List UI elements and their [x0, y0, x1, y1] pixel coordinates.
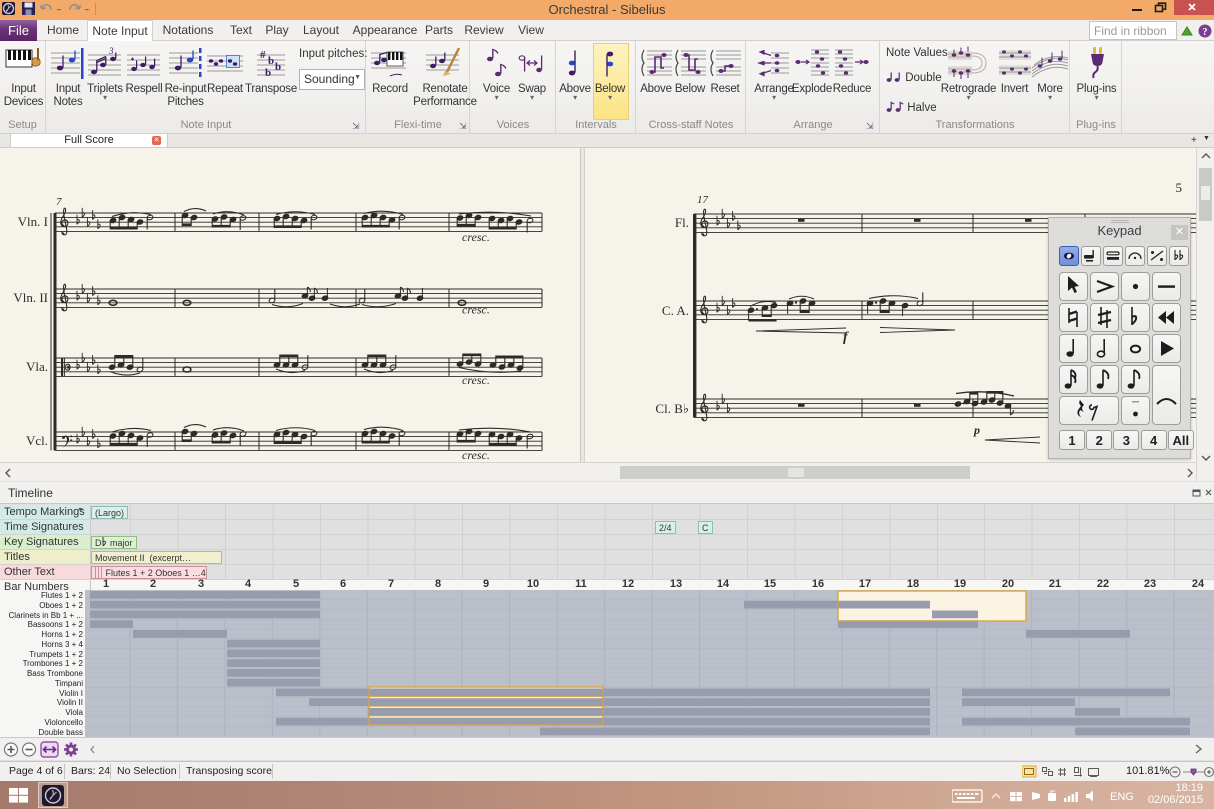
svg-text:cresc.: cresc. — [462, 448, 490, 462]
svg-text:17: 17 — [697, 194, 709, 206]
svg-text:b: b — [268, 55, 274, 67]
svg-text:cresc.: cresc. — [462, 303, 490, 317]
svg-text:?: ? — [1203, 27, 1208, 38]
svg-text:Cl. B♭: Cl. B♭ — [655, 401, 689, 416]
svg-text:7: 7 — [56, 196, 62, 208]
svg-text:b: b — [275, 61, 281, 73]
svg-text:Vcl.: Vcl. — [26, 433, 48, 448]
svg-text:b: b — [265, 67, 271, 79]
svg-text:Vla.: Vla. — [26, 359, 48, 374]
svg-text:Fl.: Fl. — [675, 215, 689, 230]
svg-text:cresc.: cresc. — [462, 230, 490, 244]
svg-text:C. A.: C. A. — [662, 303, 689, 318]
svg-text:cresc.: cresc. — [462, 373, 490, 387]
svg-text:#: # — [260, 49, 266, 61]
svg-text:3: 3 — [108, 46, 114, 56]
svg-text:Vln. II: Vln. II — [13, 290, 48, 305]
svg-text:Vln. I: Vln. I — [18, 214, 48, 229]
svg-text:ENG: ENG — [1110, 791, 1134, 803]
svg-text:5: 5 — [1176, 180, 1183, 195]
svg-text:p: p — [973, 423, 980, 437]
